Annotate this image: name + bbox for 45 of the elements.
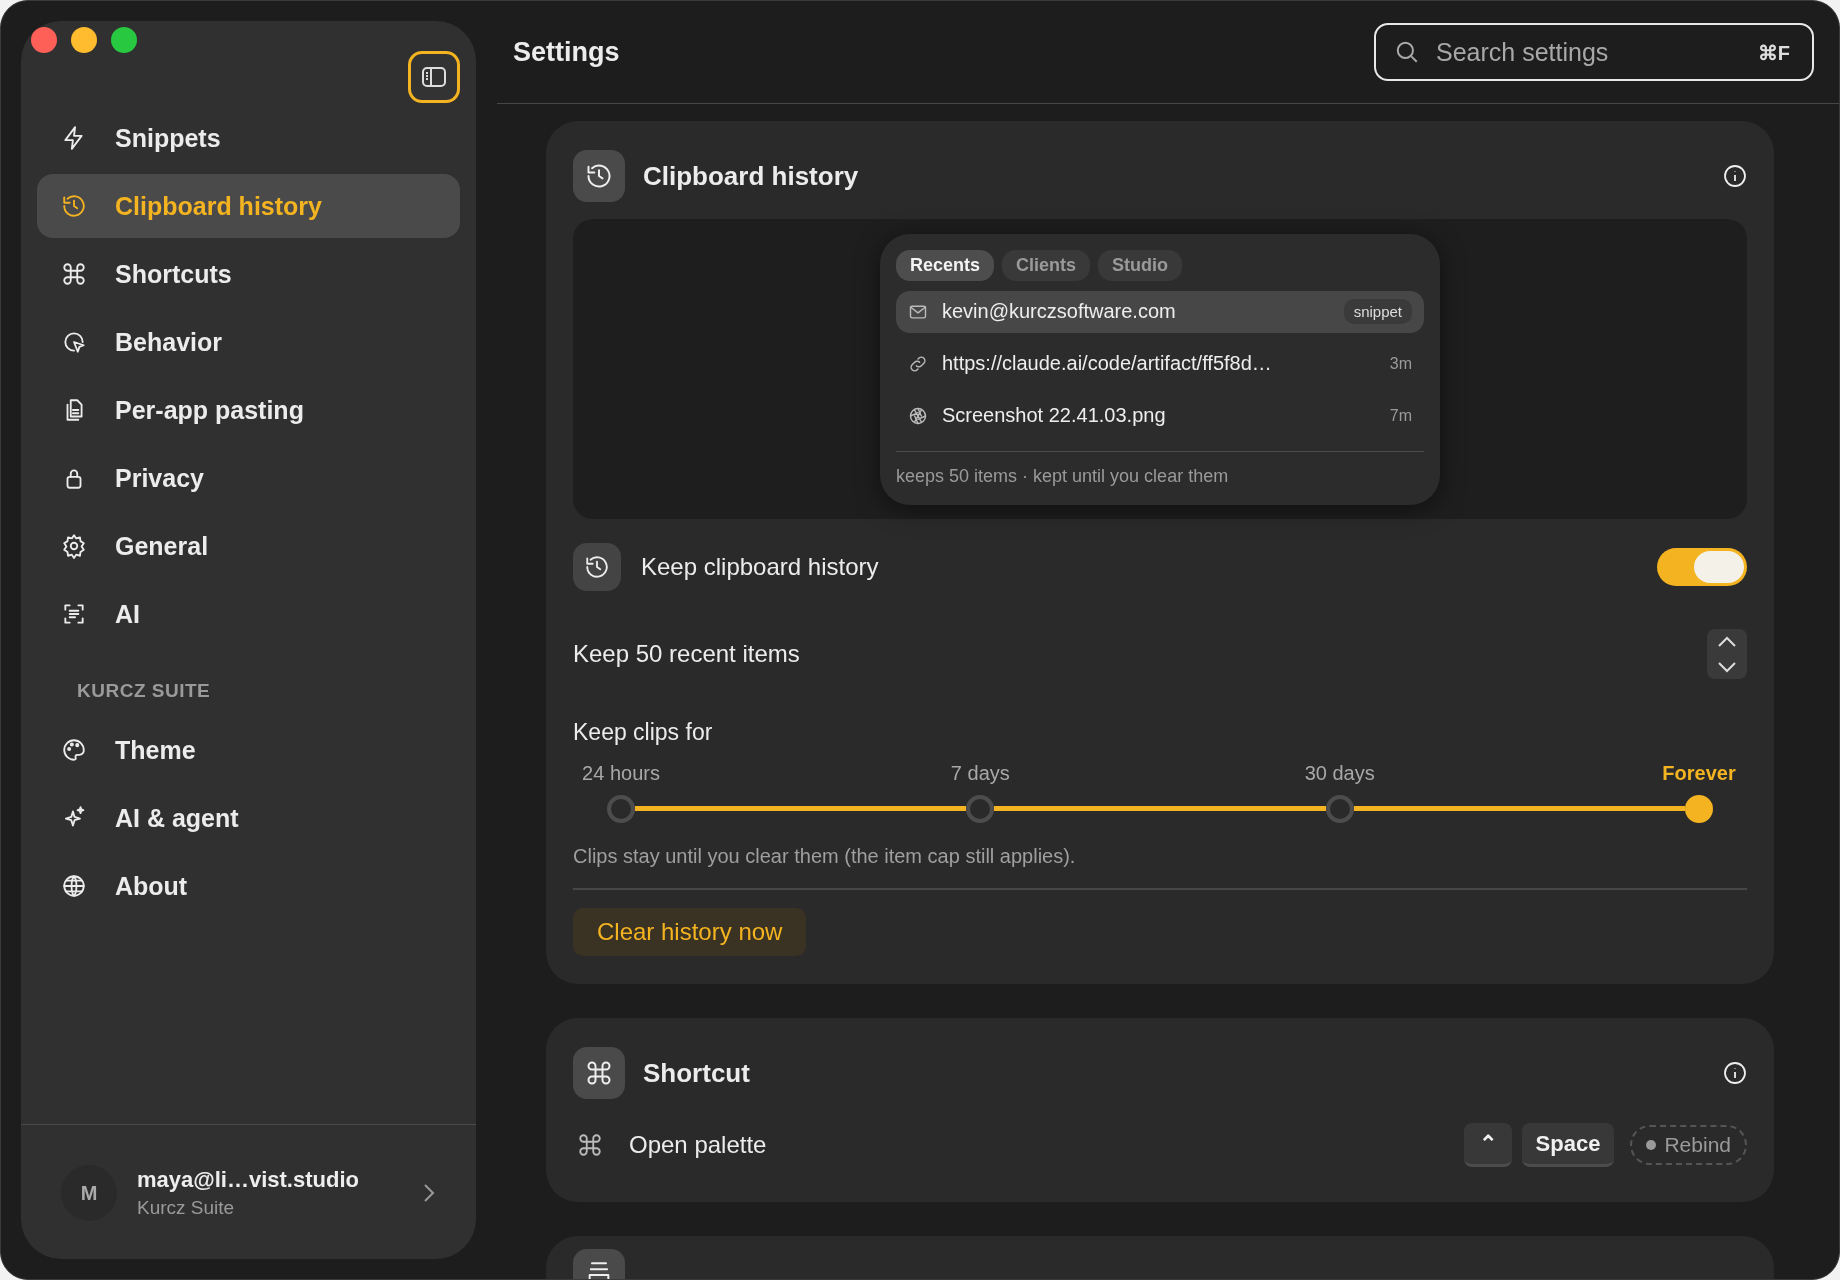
slider-label: 7 days (950, 762, 1010, 785)
clip-item[interactable]: https://claude.ai/code/artifact/ff5f8d… 3m (896, 342, 1424, 385)
setting-label: Keep 50 recent items (573, 640, 801, 668)
clear-history-button[interactable]: Clear history now (573, 908, 807, 956)
key-cap[interactable]: Space (1521, 1123, 1615, 1167)
sidebar-item[interactable]: Shortcuts (37, 242, 460, 306)
setting-label: Open palette (629, 1131, 768, 1159)
clip-item[interactable]: Screenshot 22.41.03.png 7m (896, 394, 1424, 437)
clip-time: 3m (1389, 354, 1412, 373)
clip-tag: snippet (1343, 299, 1412, 324)
sidebar-item[interactable]: AI & agent (37, 786, 460, 850)
section-heading: KURCZ SUITE (76, 679, 212, 703)
sidebar-item[interactable]: Snippets (37, 106, 460, 170)
clip-text: kevin@kurczsoftware.com (942, 300, 1177, 323)
key-cap[interactable]: ⌃ (1463, 1123, 1512, 1167)
rebind-button[interactable]: Rebind (1630, 1125, 1747, 1165)
keyboard-shortcut: ⌘F (1757, 41, 1790, 65)
sidebar-item[interactable]: AI (37, 582, 460, 646)
popup-tab[interactable]: Recents (896, 249, 995, 281)
sidebar-item[interactable]: Behavior (37, 310, 460, 374)
card-title: Clipboard history (643, 160, 860, 192)
popup-tab[interactable]: Studio (1098, 249, 1183, 281)
account-email: maya@li…vist.studio (137, 1167, 360, 1193)
clip-time: 7m (1389, 406, 1412, 425)
popup-tab[interactable]: Clients (1002, 249, 1091, 281)
sidebar-item[interactable]: General (37, 514, 460, 578)
sidebar-item[interactable]: Per-app pasting (37, 378, 460, 442)
slider-label: Forever (1662, 762, 1736, 785)
avatar: M (61, 1165, 117, 1221)
account-organization: Kurcz Suite (137, 1197, 236, 1219)
sidebar-item[interactable]: Theme (37, 718, 460, 782)
sidebar-item[interactable]: About (37, 854, 460, 918)
slider-label: 30 days (1304, 762, 1375, 785)
slider-label: 24 hours (582, 762, 660, 785)
popup-footer: keeps 50 items · kept until you clear them (896, 450, 1424, 487)
card-title: Shortcut (643, 1057, 751, 1089)
clip-text: Screenshot 22.41.03.png (942, 404, 1167, 427)
setting-label: Keep clipboard history (641, 553, 880, 581)
setting-label: Keep clips for (573, 719, 714, 746)
sidebar-item[interactable]: Privacy (37, 446, 460, 510)
clip-text: https://claude.ai/code/artifact/ff5f8d… (942, 352, 1273, 375)
helper-text: Clips stay until you clear them (the item cap still applies). (573, 845, 1747, 890)
page-title: Settings (513, 36, 620, 68)
clip-item[interactable]: kevin@kurczsoftware.com snippet (896, 290, 1424, 333)
sidebar-item[interactable]: Clipboard history (37, 174, 460, 238)
